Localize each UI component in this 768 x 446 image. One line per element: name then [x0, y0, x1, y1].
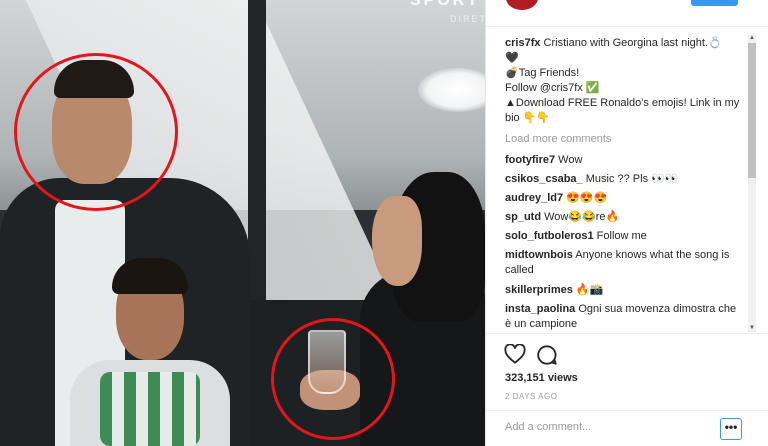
comment-text: 🔥📸: [572, 284, 604, 296]
follow-button[interactable]: [691, 0, 738, 6]
comment-username[interactable]: sp_utd: [505, 211, 541, 223]
comment-item: skillerprimes 🔥📸: [505, 283, 745, 298]
comment-username[interactable]: skillerprimes: [505, 284, 573, 296]
scroll-thumb[interactable]: [748, 43, 756, 178]
comment-text: Wow😂😂re🔥: [541, 211, 620, 223]
post-date: 2 DAYS AGO: [505, 392, 558, 401]
comment-text: Music ?? Pls 👀👀: [582, 173, 679, 185]
view-count: 323,151 views: [505, 372, 578, 384]
post-photo[interactable]: SPORT DIRET: [0, 0, 485, 446]
comment-username[interactable]: footyfire7: [505, 154, 555, 166]
comment-item: footyfire7 Wow: [505, 153, 745, 168]
comments-scrollbar[interactable]: ▲ ▼: [748, 34, 756, 332]
highlight-circle-head: [14, 53, 178, 211]
caption-line-3: 💣Tag Friends!: [505, 67, 580, 79]
divider: [486, 333, 768, 334]
avatar[interactable]: [506, 0, 538, 10]
broadcaster-logo: SPORT: [410, 0, 481, 9]
scroll-up-arrow-icon[interactable]: ▲: [748, 34, 756, 42]
caption-line-4: Follow @cris7fx ✅: [505, 82, 600, 94]
comment-text: Follow me: [593, 230, 647, 242]
caption-line-1: Cristiano with Georgina last night.💍: [540, 37, 722, 49]
divider: [486, 26, 768, 27]
woman-face: [372, 196, 422, 286]
comment-text: 😍😍😍: [563, 192, 608, 204]
add-comment-input[interactable]: [505, 421, 705, 433]
load-more-comments-link[interactable]: Load more comments: [505, 132, 745, 147]
caption: cris7fx Cristiano with Georgina last nig…: [505, 36, 745, 126]
broadcaster-logo-sub: DIRET: [450, 14, 485, 24]
comment-text: Wow: [555, 154, 583, 166]
caption-line-5: ▲Download FREE Ronaldo's emojis! Link in…: [505, 97, 740, 124]
comment-list: cris7fx Cristiano with Georgina last nig…: [505, 36, 745, 336]
comment-item: solo_futboleros1 Follow me: [505, 229, 745, 244]
boy-hair: [112, 258, 188, 294]
caption-line-2: 🖤: [505, 52, 519, 64]
comment-item: midtownbois Anyone knows what the song i…: [505, 248, 745, 278]
boy-scarf: [100, 372, 200, 446]
comment-item: csikos_csaba_ Music ?? Pls 👀👀: [505, 172, 745, 187]
comment-username[interactable]: insta_paolina: [505, 303, 575, 315]
more-options-button[interactable]: •••: [720, 418, 742, 440]
comment-item: sp_utd Wow😂😂re🔥: [505, 210, 745, 225]
comment-item: audrey_ld7 😍😍😍: [505, 191, 745, 206]
heart-icon[interactable]: [504, 344, 526, 364]
comment-username[interactable]: solo_futboleros1: [505, 230, 594, 242]
highlight-circle-glass: [271, 318, 395, 440]
comment-item: insta_paolina Ogni sua movenza dimostra …: [505, 302, 745, 332]
comment-bubble-icon[interactable]: [536, 344, 558, 366]
comment-username[interactable]: csikos_csaba_: [505, 173, 583, 185]
scroll-down-arrow-icon[interactable]: ▼: [748, 324, 756, 332]
caption-username[interactable]: cris7fx: [505, 37, 540, 49]
comments-panel: cris7fx Cristiano with Georgina last nig…: [485, 0, 768, 446]
divider: [486, 410, 768, 411]
comment-username[interactable]: audrey_ld7: [505, 192, 563, 204]
comment-username[interactable]: midtownbois: [505, 249, 573, 261]
